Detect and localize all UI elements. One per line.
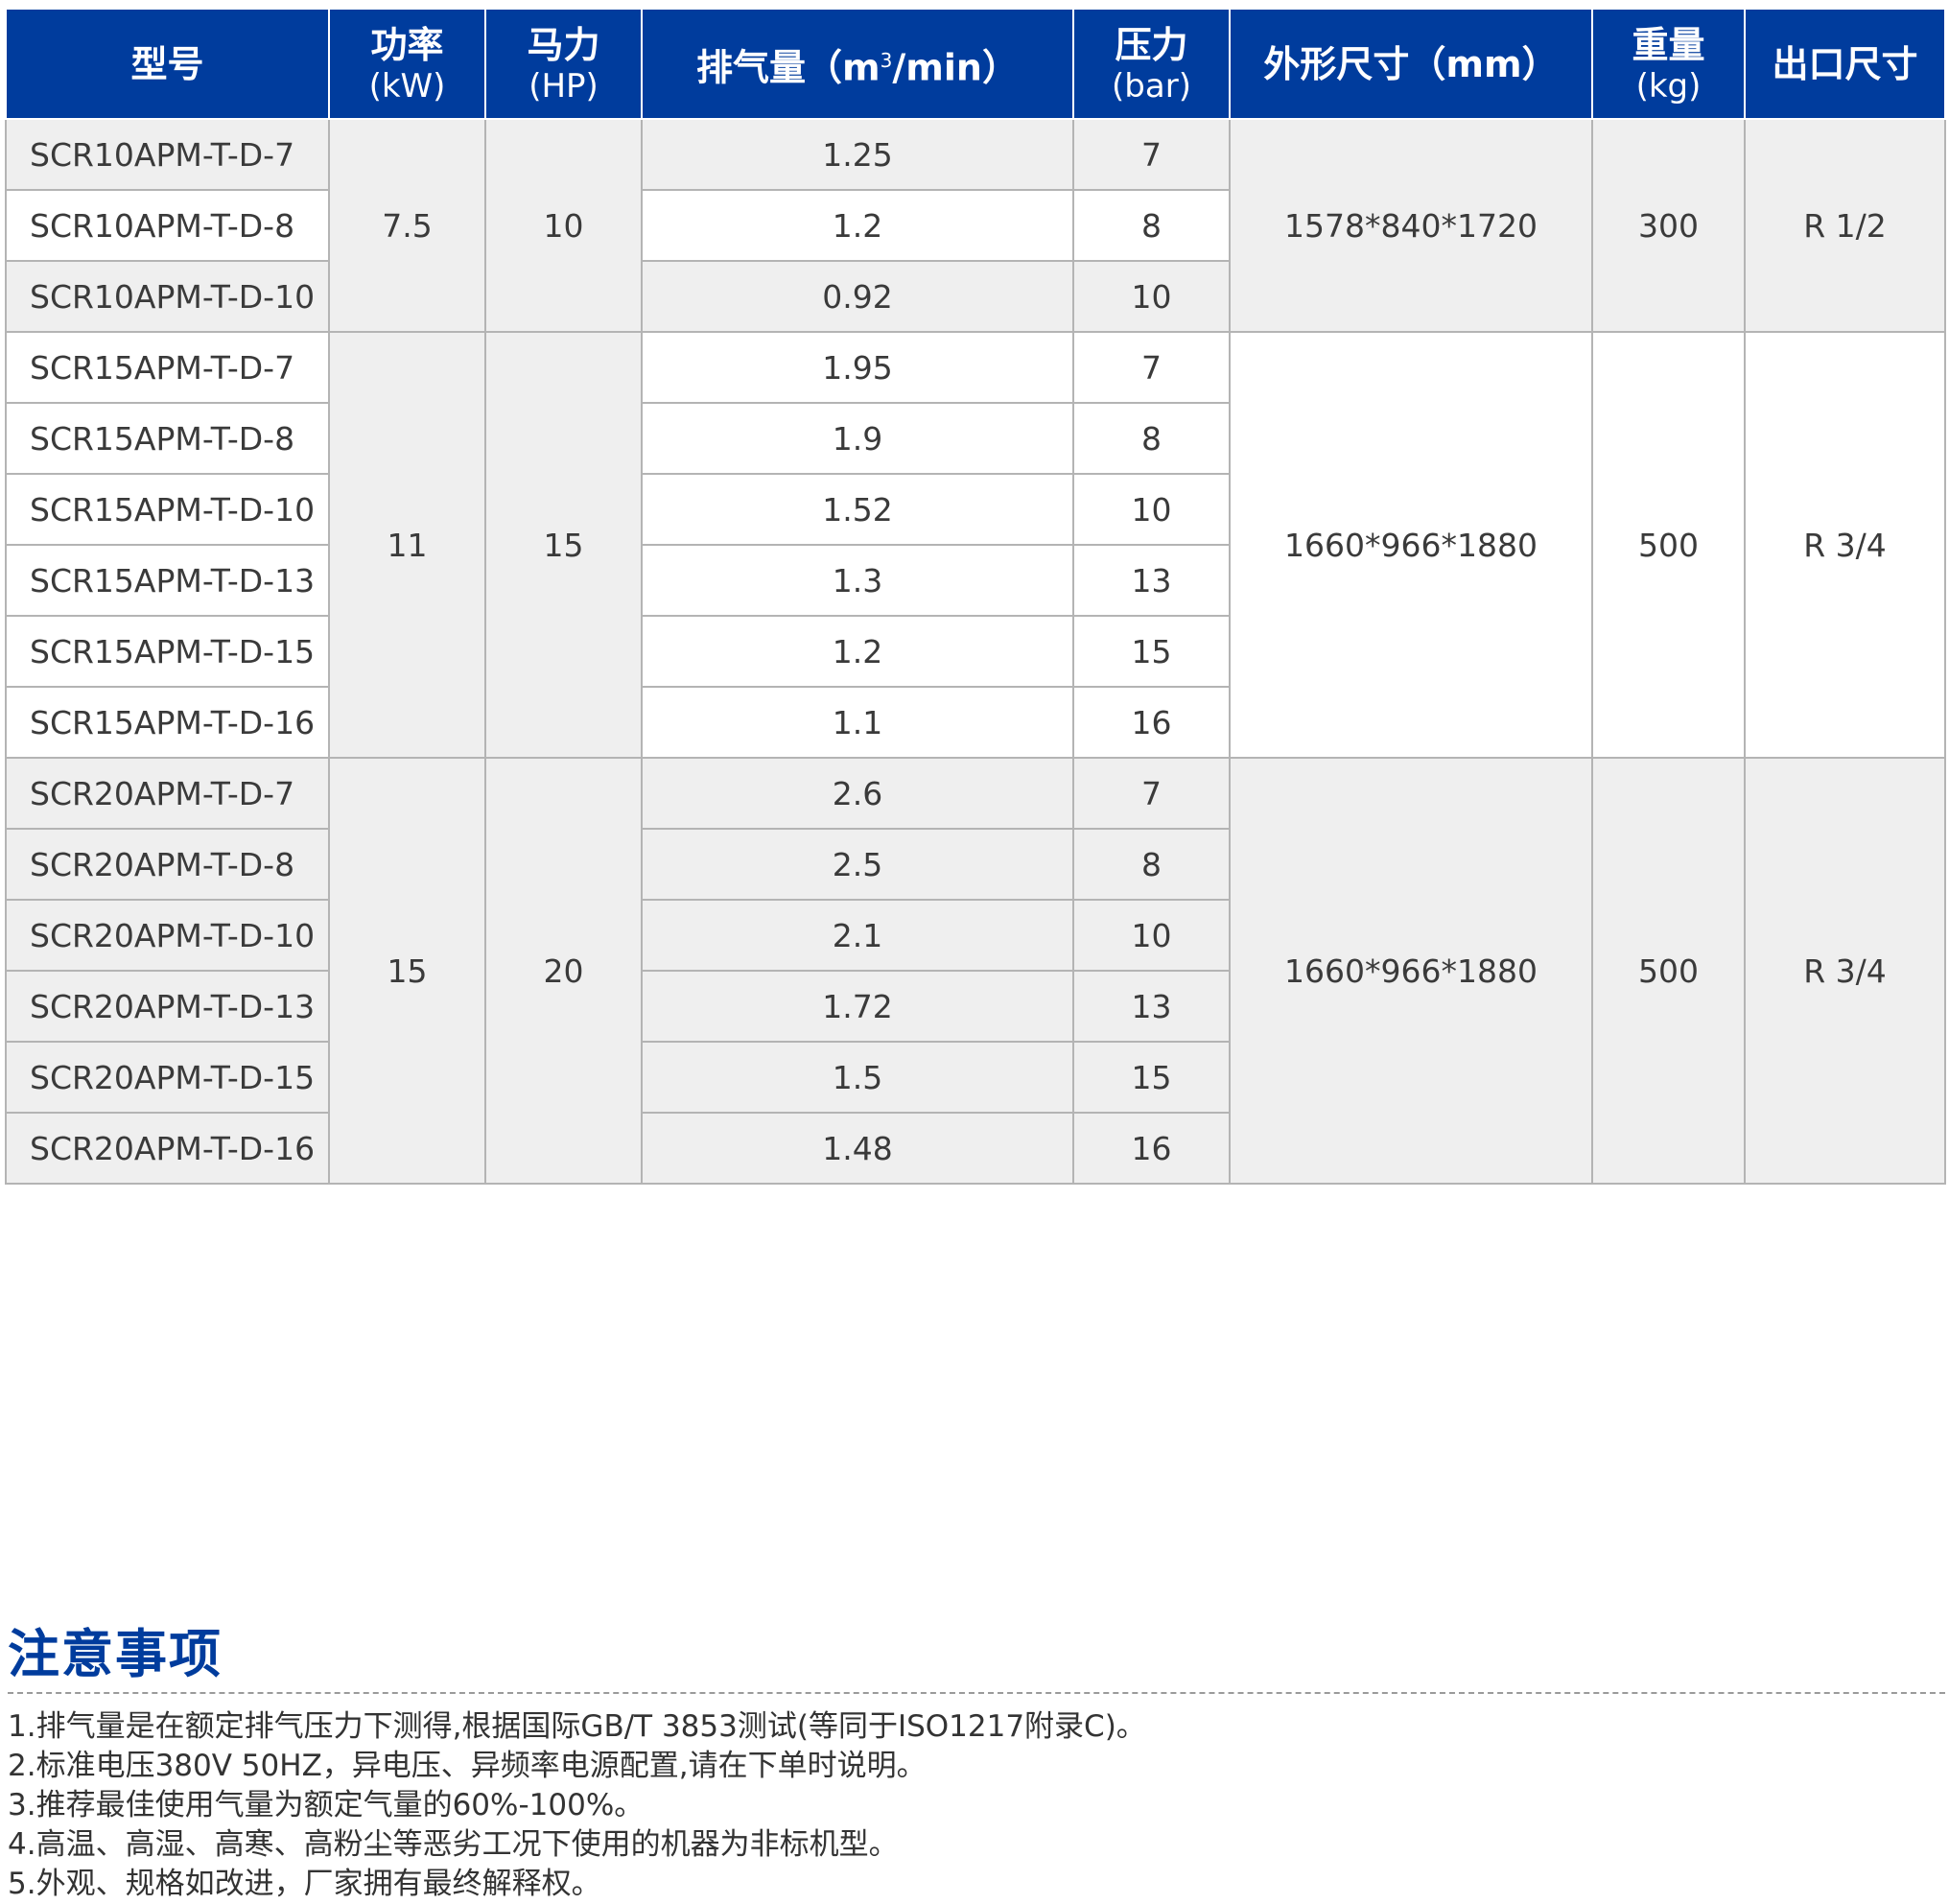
flow-cell: 2.6 <box>641 757 1074 830</box>
header-flow: 排气量（m3/min） <box>641 8 1074 120</box>
pressure-cell: 10 <box>1072 473 1231 546</box>
flow-cell: 1.5 <box>641 1041 1074 1114</box>
weight-cell: 500 <box>1591 331 1746 759</box>
model-cell: SCR20APM-T-D-15 <box>5 1041 330 1114</box>
note-item: 2.标准电压380V 50HZ，异电压、异频率电源配置,请在下单时说明。 <box>8 1749 927 1783</box>
model-cell: SCR20APM-T-D-13 <box>5 970 330 1043</box>
table-row: SCR20APM-T-D-7 15 20 2.6 7 1660*966*1880… <box>5 757 1946 1185</box>
spec-table: 型号 功率 (kW) 马力 (HP) 排气量（m3/min） 压力 (bar) … <box>5 8 1946 1185</box>
power-cell: 11 <box>328 331 486 759</box>
model-cell: SCR15APM-T-D-13 <box>5 544 330 617</box>
model-cell: SCR10APM-T-D-8 <box>5 189 330 262</box>
pressure-cell: 16 <box>1072 1112 1231 1185</box>
horsepower-cell: 10 <box>484 118 643 333</box>
flow-cell: 1.48 <box>641 1112 1074 1185</box>
model-cell: SCR20APM-T-D-8 <box>5 828 330 901</box>
horsepower-cell: 15 <box>484 331 643 759</box>
flow-cell: 2.1 <box>641 899 1074 972</box>
flow-cell: 1.95 <box>641 331 1074 404</box>
pressure-cell: 7 <box>1072 331 1231 404</box>
note-item: 1.排气量是在额定排气压力下测得,根据国际GB/T 3853测试(等同于ISO1… <box>8 1709 1146 1744</box>
model-cell: SCR20APM-T-D-10 <box>5 899 330 972</box>
weight-cell: 500 <box>1591 757 1746 1185</box>
notes-list: 1.排气量是在额定排气压力下测得,根据国际GB/T 3853测试(等同于ISO1… <box>8 1707 1146 1904</box>
outlet-cell: R 1/2 <box>1744 118 1946 333</box>
model-cell: SCR15APM-T-D-15 <box>5 615 330 688</box>
pressure-cell: 13 <box>1072 544 1231 617</box>
model-cell: SCR10APM-T-D-7 <box>5 118 330 191</box>
pressure-cell: 15 <box>1072 615 1231 688</box>
flow-cell: 1.72 <box>641 970 1074 1043</box>
flow-cell: 1.3 <box>641 544 1074 617</box>
flow-cell: 1.2 <box>641 189 1074 262</box>
pressure-cell: 10 <box>1072 260 1231 333</box>
flow-cell: 1.9 <box>641 402 1074 475</box>
outlet-cell: R 3/4 <box>1744 757 1946 1185</box>
pressure-cell: 15 <box>1072 1041 1231 1114</box>
header-outlet: 出口尺寸 <box>1744 8 1946 120</box>
table-row: SCR10APM-T-D-7 7.5 10 1.25 7 1578*840*17… <box>5 118 1946 333</box>
note-item: 3.推荐最佳使用气量为额定气量的60%-100%。 <box>8 1788 645 1822</box>
header-dimensions: 外形尺寸（mm） <box>1229 8 1593 120</box>
header-weight: 重量 (kg) <box>1591 8 1746 120</box>
flow-cell: 1.25 <box>641 118 1074 191</box>
model-cell: SCR20APM-T-D-16 <box>5 1112 330 1185</box>
power-cell: 15 <box>328 757 486 1185</box>
note-item: 4.高温、高湿、高寒、高粉尘等恶劣工况下使用的机器为非标机型。 <box>8 1827 899 1862</box>
dimensions-cell: 1660*966*1880 <box>1229 331 1593 759</box>
model-cell: SCR20APM-T-D-7 <box>5 757 330 830</box>
table-row: SCR15APM-T-D-7 11 15 1.95 7 1660*966*188… <box>5 331 1946 759</box>
header-horsepower: 马力 (HP) <box>484 8 643 120</box>
power-cell: 7.5 <box>328 118 486 333</box>
pressure-cell: 8 <box>1072 189 1231 262</box>
dimensions-cell: 1578*840*1720 <box>1229 118 1593 333</box>
flow-cell: 2.5 <box>641 828 1074 901</box>
pressure-cell: 10 <box>1072 899 1231 972</box>
header-pressure: 压力 (bar) <box>1072 8 1231 120</box>
dimensions-cell: 1660*966*1880 <box>1229 757 1593 1185</box>
notes-title: 注意事项 <box>8 1624 223 1684</box>
model-cell: SCR15APM-T-D-10 <box>5 473 330 546</box>
note-item: 5.外观、规格如改进，厂家拥有最终解释权。 <box>8 1867 601 1901</box>
model-cell: SCR10APM-T-D-10 <box>5 260 330 333</box>
flow-cell: 1.52 <box>641 473 1074 546</box>
pressure-cell: 8 <box>1072 828 1231 901</box>
header-power: 功率 (kW) <box>328 8 486 120</box>
horsepower-cell: 20 <box>484 757 643 1185</box>
model-cell: SCR15APM-T-D-8 <box>5 402 330 475</box>
header-model: 型号 <box>5 8 330 120</box>
table-header-row: 型号 功率 (kW) 马力 (HP) 排气量（m3/min） 压力 (bar) … <box>5 8 1946 120</box>
table-body: SCR10APM-T-D-7 7.5 10 1.25 7 1578*840*17… <box>5 118 1946 1185</box>
outlet-cell: R 3/4 <box>1744 331 1946 759</box>
pressure-cell: 8 <box>1072 402 1231 475</box>
pressure-cell: 7 <box>1072 118 1231 191</box>
model-cell: SCR15APM-T-D-16 <box>5 686 330 759</box>
pressure-cell: 13 <box>1072 970 1231 1043</box>
model-cell: SCR15APM-T-D-7 <box>5 331 330 404</box>
flow-cell: 0.92 <box>641 260 1074 333</box>
pressure-cell: 16 <box>1072 686 1231 759</box>
flow-cell: 1.1 <box>641 686 1074 759</box>
notes-divider <box>8 1692 1945 1694</box>
pressure-cell: 7 <box>1072 757 1231 830</box>
weight-cell: 300 <box>1591 118 1746 333</box>
flow-cell: 1.2 <box>641 615 1074 688</box>
